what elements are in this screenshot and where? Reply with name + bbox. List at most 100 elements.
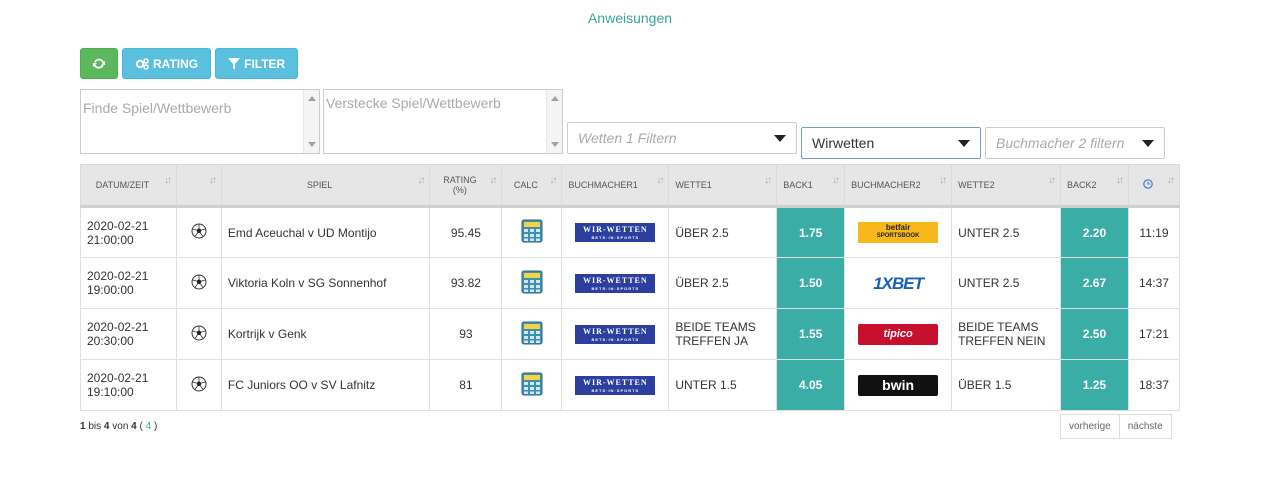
scrollbar[interactable] — [303, 90, 319, 153]
calculator-icon[interactable] — [521, 270, 543, 294]
refresh-button[interactable] — [80, 48, 118, 79]
bookmaker1-logo-cell[interactable]: WIR-WETTEN BETS·IN·SPORTS — [561, 206, 670, 258]
back2-odds[interactable]: 1.25 — [1059, 359, 1129, 411]
hide-match-placeholder: Verstecke Spiel/Wettbewerb — [326, 95, 501, 111]
bookmaker2-filter-placeholder: Buchmacher 2 filtern — [996, 135, 1125, 151]
wirwetten-logo[interactable]: WIR-WETTEN BETS·IN·SPORTS — [575, 324, 656, 344]
rating-button-label: RATING — [153, 56, 199, 71]
bookmaker2-logo-cell[interactable]: 1XBET — [844, 257, 953, 309]
bookmaker2-logo-cell[interactable]: bwin — [844, 359, 953, 411]
bookmaker2-logo[interactable]: tipico — [858, 323, 939, 345]
wirwetten-logo[interactable]: WIR-WETTEN BETS·IN·SPORTS — [575, 223, 656, 242]
match-name: Emd Aceuchal v UD Montijo — [220, 206, 431, 258]
table-row: 2020-02-21 20:30:00 Kortrijk v Genk 93 WIR-W… — [80, 308, 1181, 360]
match-datetime: 2020-02-21 20:30:00 — [80, 308, 177, 360]
wette2-value: ÜBER 1.5 — [951, 359, 1061, 411]
match-datetime: 2020-02-21 19:10:00 — [80, 359, 177, 411]
bookmaker1-logo-cell[interactable]: WIR-WETTEN BETS·IN·SPORTS — [561, 257, 670, 309]
refresh-icon — [92, 58, 106, 69]
soccer-ball-icon — [191, 376, 207, 391]
table-row: 2020-02-21 21:00:00 Emd Aceuchal v UD Mont… — [80, 206, 1181, 258]
prev-page-button[interactable]: vorherige — [1060, 414, 1120, 439]
rating-value: 93.82 — [429, 257, 503, 309]
bookmaker2-logo-cell[interactable]: betfair SPORTSBOOK — [844, 206, 953, 258]
wette1-filter-select[interactable]: Wetten 1 Filtern — [567, 122, 797, 154]
wette1-filter-placeholder: Wetten 1 Filtern — [578, 130, 677, 146]
match-datetime: 2020-02-21 19:00:00 — [80, 257, 177, 309]
find-match-placeholder: Finde Spiel/Wettbewerb — [83, 100, 232, 116]
table-row: 2020-02-21 19:00:00 Viktoria Koln v SG Son… — [80, 257, 1181, 309]
clock-time: 11:19 — [1127, 206, 1181, 258]
odds-table: DATUM/ZEIT ↓↑ ↓↑ SPIEL ↓↑ RATING (%) ↓↑ CAL… — [80, 164, 1181, 411]
sport-cell — [175, 359, 222, 411]
wette2-value: BEIDE TEAMS TREFFEN NEIN — [951, 308, 1061, 360]
back1-odds[interactable]: 1.55 — [776, 308, 846, 360]
soccer-ball-icon — [191, 274, 207, 289]
instructions-link[interactable]: Anweisungen — [0, 10, 1260, 26]
table-row: 2020-02-21 19:10:00 FC Juniors OO v SV Laf… — [80, 359, 1181, 411]
rating-button[interactable]: RATING — [122, 48, 212, 79]
back2-odds[interactable]: 2.20 — [1059, 206, 1129, 258]
bookmaker1-logo-cell[interactable]: WIR-WETTEN BETS·IN·SPORTS — [561, 359, 670, 411]
bookmaker2-logo-cell[interactable]: tipico — [844, 308, 953, 360]
rating-value: 95.45 — [429, 206, 503, 258]
wette1-value: ÜBER 2.5 — [668, 257, 778, 309]
header-datum[interactable]: DATUM/ZEIT ↓↑ — [80, 164, 177, 208]
bookmaker2-logo[interactable]: bwin — [858, 374, 939, 396]
bookmaker2-filter-select[interactable]: Buchmacher 2 filtern — [985, 127, 1165, 159]
bookmaker2-logo[interactable]: 1XBET — [858, 273, 938, 294]
header-clock[interactable]: ↓↑ — [1127, 164, 1181, 208]
chevron-down-icon — [774, 135, 786, 142]
bookmaker1-filter-value: Wirwetten — [812, 135, 875, 151]
bookmaker2-logo[interactable]: betfair SPORTSBOOK — [858, 222, 939, 243]
next-page-button[interactable]: nächste — [1119, 414, 1172, 439]
match-name: FC Juniors OO v SV Lafnitz — [220, 359, 431, 411]
match-name: Viktoria Koln v SG Sonnenhof — [220, 257, 431, 309]
header-buchmacher1[interactable]: BUCHMACHER1 ↓↑ — [561, 164, 670, 208]
filtered-count[interactable]: 4 — [146, 421, 152, 432]
filter-button[interactable]: FILTER — [215, 48, 299, 79]
header-wette1[interactable]: WETTE1 ↓↑ — [668, 164, 778, 208]
clock-time: 14:37 — [1127, 257, 1181, 309]
calculator-icon[interactable] — [521, 321, 543, 345]
calc-cell[interactable] — [501, 308, 563, 360]
table-header-row: DATUM/ZEIT ↓↑ ↓↑ SPIEL ↓↑ RATING (%) ↓↑ CAL… — [80, 164, 1181, 208]
calculator-icon[interactable] — [521, 372, 543, 396]
rating-value: 93 — [429, 308, 503, 360]
calculator-icon[interactable] — [521, 219, 543, 243]
clock-time: 17:21 — [1127, 308, 1181, 360]
back1-odds[interactable]: 1.50 — [776, 257, 846, 309]
chevron-down-icon — [958, 140, 970, 147]
calc-cell[interactable] — [501, 206, 563, 258]
sport-cell — [175, 206, 222, 258]
calc-cell[interactable] — [501, 359, 563, 411]
sport-cell — [175, 308, 222, 360]
bookmaker1-filter-select[interactable]: Wirwetten — [801, 127, 981, 159]
pagination: vorherige nächste — [1060, 414, 1172, 439]
cogs-icon — [135, 57, 149, 70]
wirwetten-logo[interactable]: WIR-WETTEN BETS·IN·SPORTS — [575, 273, 656, 293]
header-buchmacher2[interactable]: BUCHMACHER2 ↓↑ — [844, 164, 953, 208]
back1-odds[interactable]: 4.05 — [776, 359, 846, 411]
find-match-input[interactable]: Finde Spiel/Wettbewerb — [80, 89, 320, 154]
header-calc[interactable]: CALC ↓↑ — [501, 164, 563, 208]
wette2-value: UNTER 2.5 — [951, 206, 1061, 258]
hide-match-input[interactable]: Verstecke Spiel/Wettbewerb — [323, 89, 563, 154]
bookmaker1-logo-cell[interactable]: WIR-WETTEN BETS·IN·SPORTS — [561, 308, 670, 360]
header-rating[interactable]: RATING (%) ↓↑ — [429, 164, 503, 208]
header-spiel[interactable]: SPIEL ↓↑ — [220, 164, 431, 208]
header-back2[interactable]: BACK2 ↓↑ — [1059, 164, 1129, 208]
filter-button-label: FILTER — [244, 56, 286, 71]
back2-odds[interactable]: 2.50 — [1059, 308, 1129, 360]
header-wette2[interactable]: WETTE2 ↓↑ — [951, 164, 1061, 208]
scrollbar[interactable] — [546, 90, 562, 153]
header-icon[interactable]: ↓↑ — [175, 164, 222, 208]
back1-odds[interactable]: 1.75 — [776, 206, 846, 258]
back2-odds[interactable]: 2.67 — [1059, 257, 1129, 309]
wirwetten-logo[interactable]: WIR-WETTEN BETS·IN·SPORTS — [575, 375, 656, 395]
clock-icon — [1143, 179, 1153, 189]
match-datetime: 2020-02-21 21:00:00 — [80, 206, 177, 258]
calc-cell[interactable] — [501, 257, 563, 309]
match-name: Kortrijk v Genk — [220, 308, 431, 360]
header-back1[interactable]: BACK1 ↓↑ — [776, 164, 846, 208]
